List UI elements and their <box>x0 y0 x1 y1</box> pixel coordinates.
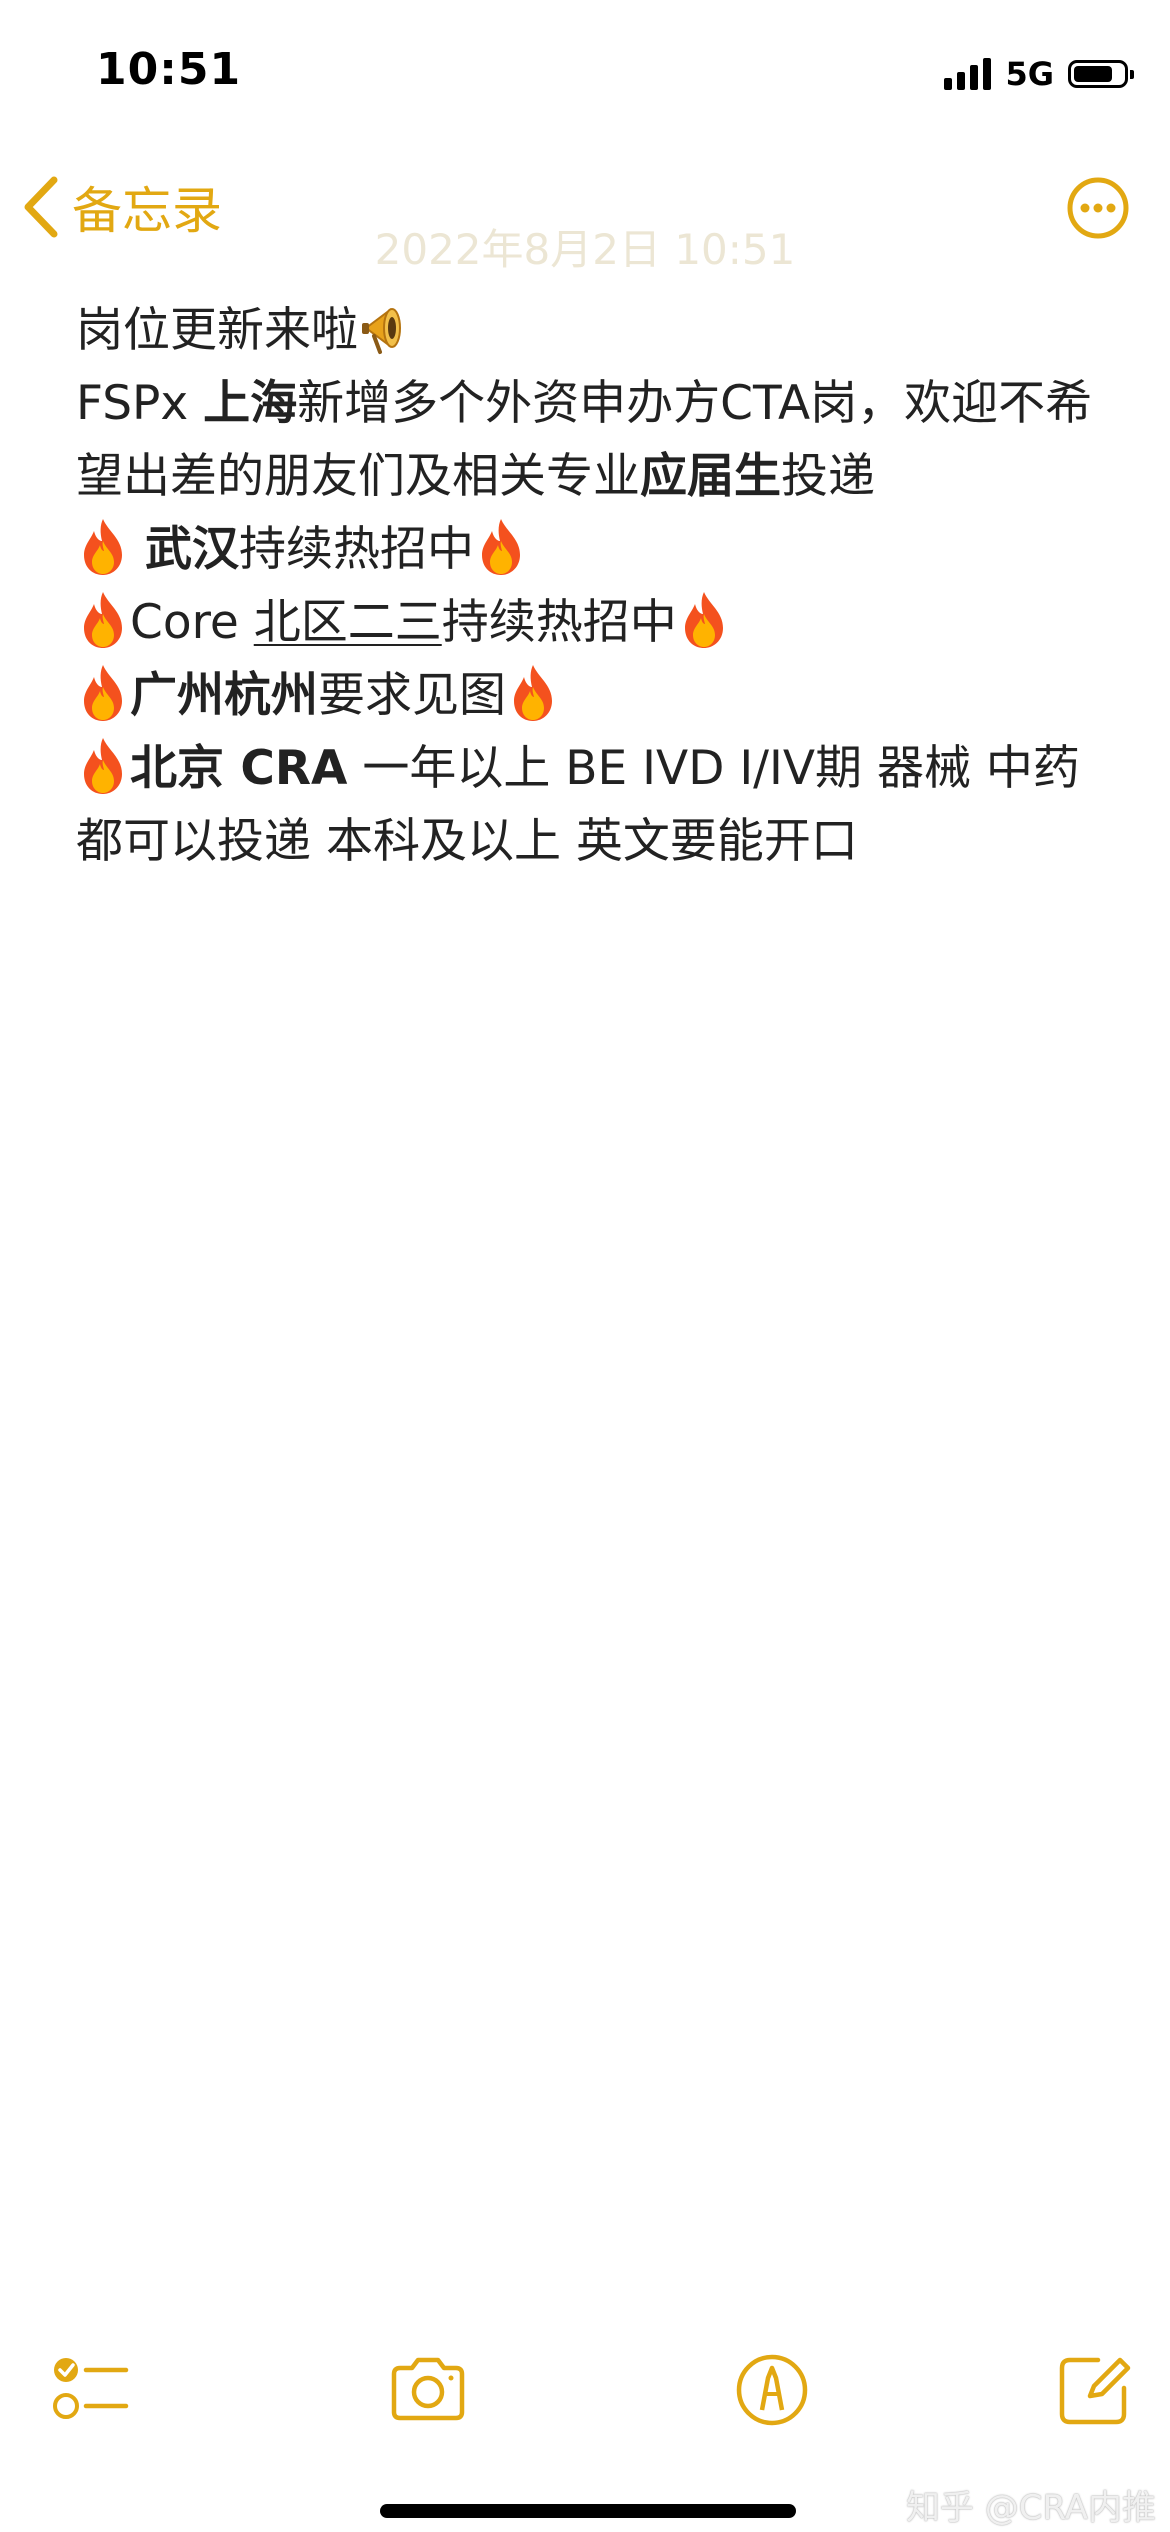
note-text-bold: 武汉 <box>144 522 239 577</box>
markup-button[interactable] <box>732 2350 812 2430</box>
camera-button[interactable] <box>388 2350 468 2430</box>
status-indicators: 5G <box>944 54 1134 94</box>
fire-emoji-icon <box>84 592 122 648</box>
cellular-signal-icon <box>944 58 992 90</box>
markup-pen-icon <box>736 2354 808 2426</box>
status-time: 10:51 <box>96 44 242 95</box>
note-line-5: 广州杭州要求见图 <box>76 659 1116 732</box>
note-line-2: FSPx 上海新增多个外资申办方CTA岗，欢迎不希望出差的朋友们及相关专业应届生… <box>76 367 1116 513</box>
battery-icon <box>1068 60 1134 88</box>
note-text-bold: 上海 <box>203 376 298 431</box>
notes-app-screen: 10:51 5G 备忘录 2022年8月2日 10:51 岗位更新来啦 FSPx… <box>0 0 1170 2532</box>
fire-emoji-icon <box>84 738 122 794</box>
checklist-icon <box>53 2358 129 2419</box>
home-indicator[interactable] <box>380 2504 796 2518</box>
note-text: Core <box>130 595 254 650</box>
fire-emoji-icon <box>481 519 520 575</box>
note-text-underlined: 北区二三 <box>253 595 442 650</box>
fire-emoji-icon <box>514 665 552 721</box>
note-line-4: Core 北区二三持续热招中 <box>76 586 1116 659</box>
megaphone-emoji-icon <box>362 308 401 354</box>
note-text-bold: 北京 CRA <box>130 741 348 796</box>
note-text: 持续热招中 <box>238 522 474 577</box>
fire-emoji-icon <box>684 592 723 648</box>
note-line-1: 岗位更新来啦 <box>76 294 1116 367</box>
note-text: FSPx <box>76 376 204 431</box>
compose-button[interactable] <box>1054 2350 1134 2430</box>
watermark: 知乎 @CRA内推 <box>905 2488 1156 2528</box>
note-text-bold: 应届生 <box>640 449 781 504</box>
checklist-button[interactable] <box>52 2350 132 2430</box>
note-text: 岗位更新来啦 <box>76 303 358 358</box>
network-type: 5G <box>1005 55 1054 93</box>
compose-icon <box>1059 2357 1131 2425</box>
note-date: 2022年8月2日 10:51 <box>374 225 796 274</box>
note-text: 要求见图 <box>318 668 506 723</box>
note-line-6: 北京 CRA 一年以上 BE IVD I/IV期 器械 中药 都可以投递 本科及… <box>76 732 1116 878</box>
note-text: 投递 <box>781 449 875 504</box>
note-text-bold: 广州杭州 <box>130 668 318 723</box>
note-content[interactable]: 岗位更新来啦 FSPx 上海新增多个外资申办方CTA岗，欢迎不希望出差的朋友们及… <box>76 294 1116 878</box>
camera-icon <box>391 2357 465 2421</box>
note-line-3: 武汉持续热招中 <box>76 513 1116 586</box>
fire-emoji-icon <box>84 519 122 575</box>
fire-emoji-icon <box>84 665 122 721</box>
note-text: 持续热招中 <box>441 595 677 650</box>
